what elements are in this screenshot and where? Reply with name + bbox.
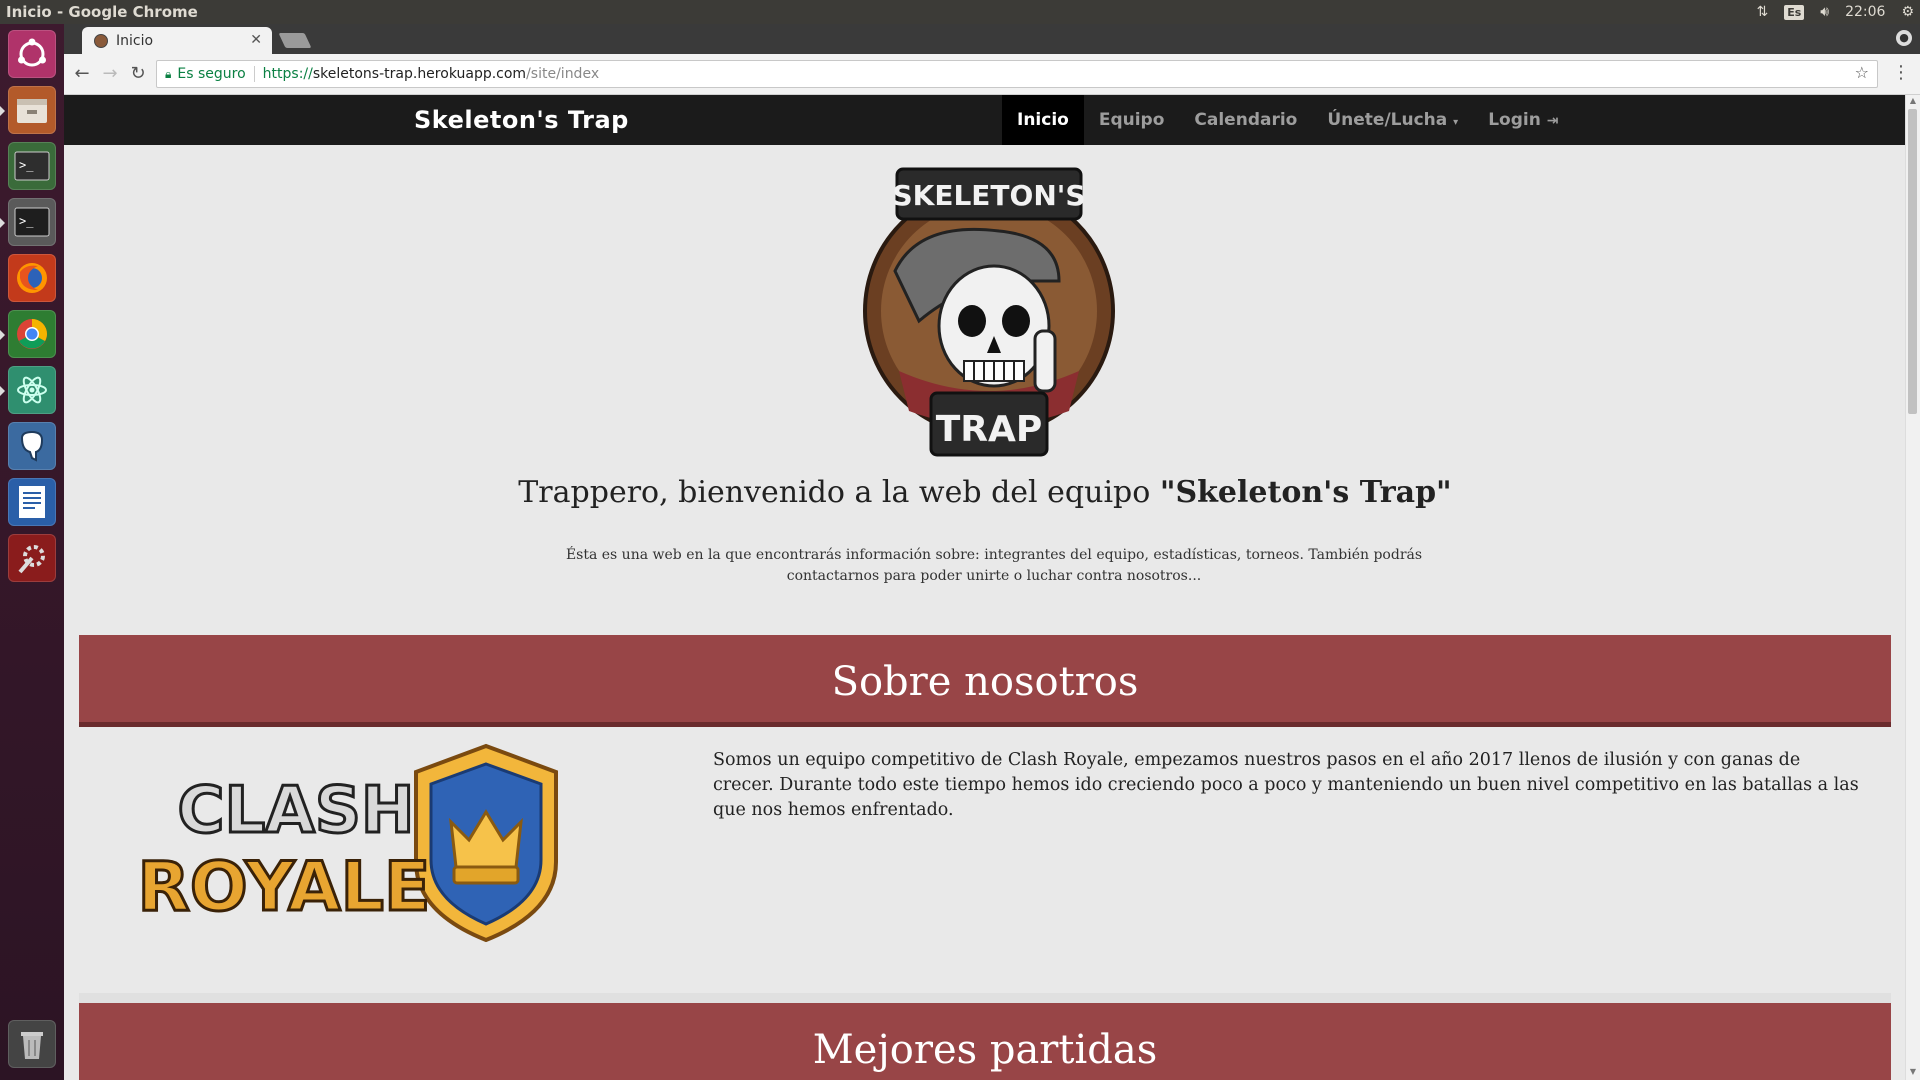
welcome-team-name: "Skeleton's Trap" bbox=[1159, 475, 1452, 510]
address-bar[interactable]: 🔒︎ Es seguro https://skeletons-trap.hero… bbox=[156, 60, 1878, 88]
scroll-up-arrow-icon[interactable]: ▲ bbox=[1906, 96, 1920, 108]
browser-toolbar: ← → ↻ 🔒︎ Es seguro https://skeletons-tra… bbox=[64, 54, 1920, 95]
site-brand[interactable]: Skeleton's Trap bbox=[414, 95, 629, 145]
omnibox-divider bbox=[253, 66, 255, 82]
system-settings-icon[interactable] bbox=[8, 534, 56, 582]
network-icon[interactable]: ⇅ bbox=[1756, 4, 1768, 20]
skeletons-trap-logo: SKELETON'S TRAP bbox=[863, 167, 1115, 457]
nav-equipo[interactable]: Equipo bbox=[1084, 95, 1180, 145]
files-icon[interactable] bbox=[8, 86, 56, 134]
terminal-2-icon[interactable]: >_ bbox=[8, 198, 56, 246]
welcome-heading: Trappero, bienvenido a la web del equipo… bbox=[64, 475, 1906, 510]
secure-label: Es seguro bbox=[177, 66, 246, 82]
url-host: skeletons-trap.herokuapp.com bbox=[312, 66, 527, 82]
volume-icon[interactable]: 🔊︎ bbox=[1820, 4, 1829, 20]
lock-icon: 🔒︎ bbox=[165, 66, 172, 81]
nav-inicio[interactable]: Inicio bbox=[1002, 95, 1084, 145]
chrome-icon[interactable] bbox=[8, 310, 56, 358]
chrome-window: Inicio ✕ ● ← → ↻ 🔒︎ Es seguro https://sk… bbox=[64, 24, 1920, 1080]
nav-login[interactable]: Login ⇥ bbox=[1473, 95, 1573, 145]
scroll-down-arrow-icon[interactable]: ▼ bbox=[1906, 1067, 1920, 1079]
svg-text:>_: >_ bbox=[19, 214, 34, 228]
reload-icon[interactable]: ↻ bbox=[126, 62, 150, 86]
bookmark-star-icon[interactable]: ☆ bbox=[1855, 63, 1869, 82]
window-title: Inicio - Google Chrome bbox=[6, 3, 198, 21]
intro-paragraph: Ésta es una web en la que encontrarás in… bbox=[565, 547, 1423, 584]
page-scrollbar[interactable]: ▲ ▼ bbox=[1905, 95, 1920, 1080]
page-viewport: Skeleton's Trap Inicio Equipo Calendario… bbox=[64, 95, 1920, 1080]
profile-icon[interactable]: ● bbox=[1896, 30, 1912, 46]
about-us-banner: Sobre nosotros bbox=[79, 635, 1891, 727]
caret-down-icon: ▾ bbox=[1453, 117, 1459, 128]
chrome-menu-icon[interactable]: ⋮ bbox=[1892, 62, 1910, 83]
section-divider bbox=[79, 993, 1891, 1003]
tab-inicio[interactable]: Inicio ✕ bbox=[82, 27, 272, 54]
new-tab-button[interactable] bbox=[278, 33, 312, 48]
site-navbar: Skeleton's Trap Inicio Equipo Calendario… bbox=[64, 95, 1906, 145]
ubuntu-launcher: >_ >_ bbox=[0, 24, 65, 1080]
site-favicon-icon bbox=[94, 33, 108, 48]
login-icon: ⇥ bbox=[1546, 113, 1559, 129]
logo-bottom-text: TRAP bbox=[936, 409, 1043, 450]
forward-arrow-icon[interactable]: → bbox=[98, 62, 122, 86]
nav-unete-dropdown[interactable]: Únete/Lucha ▾ bbox=[1312, 95, 1473, 145]
os-top-panel: Inicio - Google Chrome ⇅ Es 🔊︎ 22:06 ⚙ bbox=[0, 0, 1920, 24]
clash-royale-logo: CLASH ROYALE bbox=[136, 743, 558, 942]
url-path: /site/index bbox=[526, 66, 600, 82]
logo-top-text: SKELETON'S bbox=[892, 179, 1085, 212]
cr-logo-line2: ROYALE bbox=[138, 848, 431, 927]
svg-text:>_: >_ bbox=[19, 158, 34, 172]
gear-icon[interactable]: ⚙ bbox=[1901, 4, 1914, 20]
ubuntu-dash-icon[interactable] bbox=[8, 30, 56, 78]
about-us-text: Somos un equipo competitivo de Clash Roy… bbox=[713, 750, 1859, 820]
terminal-icon[interactable]: >_ bbox=[8, 142, 56, 190]
cr-logo-line1: CLASH bbox=[178, 774, 415, 848]
keyboard-layout-indicator[interactable]: Es bbox=[1784, 4, 1805, 20]
system-indicators: ⇅ Es 🔊︎ 22:06 ⚙ bbox=[1756, 0, 1914, 24]
tab-title: Inicio bbox=[116, 32, 154, 49]
atom-icon[interactable] bbox=[8, 366, 56, 414]
nav-login-label: Login bbox=[1488, 110, 1541, 130]
tab-strip: Inicio ✕ ● bbox=[64, 24, 1920, 54]
trash-icon[interactable] bbox=[8, 1020, 56, 1068]
nav-calendario[interactable]: Calendario bbox=[1179, 95, 1312, 145]
close-tab-icon[interactable]: ✕ bbox=[250, 32, 262, 48]
back-arrow-icon[interactable]: ← bbox=[70, 62, 94, 86]
site-nav-links: Inicio Equipo Calendario Únete/Lucha ▾ L… bbox=[1002, 95, 1573, 145]
writer-document-icon[interactable] bbox=[8, 478, 56, 526]
welcome-prefix: Trappero, bienvenido a la web del equipo bbox=[518, 475, 1160, 510]
nav-unete-label: Únete/Lucha bbox=[1327, 110, 1448, 130]
url-scheme: https:// bbox=[262, 66, 313, 82]
best-games-banner: Mejores partidas bbox=[79, 1003, 1891, 1080]
clock[interactable]: 22:06 bbox=[1845, 4, 1885, 20]
firefox-icon[interactable] bbox=[8, 254, 56, 302]
scrollbar-thumb[interactable] bbox=[1908, 109, 1917, 414]
pgadmin-elephant-icon[interactable] bbox=[8, 422, 56, 470]
